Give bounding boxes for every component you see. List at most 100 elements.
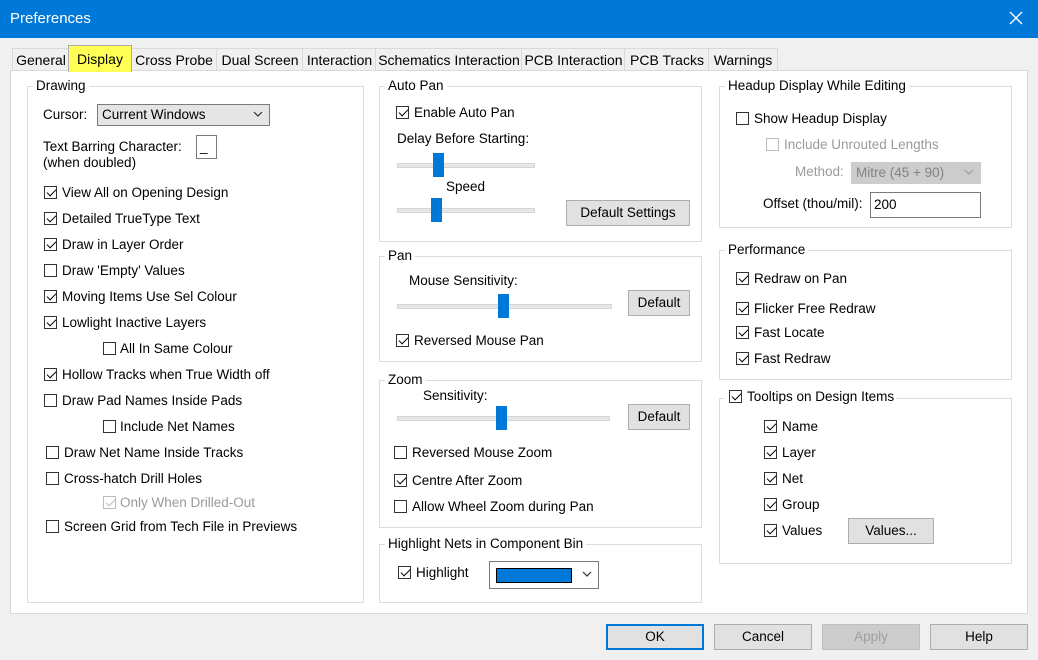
- zoom-sensitivity-thumb[interactable]: [496, 406, 507, 430]
- tooltip-layer-checkbox[interactable]: [764, 446, 777, 459]
- only-drilled-out-checkbox[interactable]: [103, 496, 116, 509]
- cursor-label: Cursor:: [43, 107, 88, 122]
- unrouted-lengths-label: Include Unrouted Lengths: [784, 137, 939, 152]
- zoom-default-button[interactable]: Default: [628, 404, 690, 430]
- flicker-free-label: Flicker Free Redraw: [754, 301, 876, 316]
- tooltips-checkbox[interactable]: [729, 390, 742, 403]
- tooltip-values-label: Values: [782, 523, 823, 538]
- method-select[interactable]: Mitre (45 + 90): [851, 162, 981, 184]
- tab-general[interactable]: General: [12, 48, 70, 71]
- cancel-button[interactable]: Cancel: [714, 624, 812, 650]
- pad-names-checkbox[interactable]: [44, 394, 57, 407]
- detailed-truetype-checkbox[interactable]: [44, 212, 57, 225]
- fast-redraw-label: Fast Redraw: [754, 351, 831, 366]
- lowlight-inactive-label: Lowlight Inactive Layers: [62, 315, 207, 330]
- pan-sensitivity-thumb[interactable]: [498, 294, 509, 318]
- include-net-names-checkbox[interactable]: [103, 420, 116, 433]
- lowlight-inactive-checkbox[interactable]: [44, 316, 57, 329]
- tab-pcb-tracks[interactable]: PCB Tracks: [624, 48, 710, 71]
- hollow-tracks-checkbox[interactable]: [44, 368, 57, 381]
- text-barring-input[interactable]: _: [196, 135, 217, 159]
- tab-schematics-interaction[interactable]: Schematics Interaction: [375, 48, 523, 71]
- default-settings-button[interactable]: Default Settings: [566, 200, 690, 226]
- highlight-color-swatch: [496, 568, 572, 583]
- highlight-label: Highlight: [416, 565, 469, 580]
- tooltip-net-checkbox[interactable]: [764, 472, 777, 485]
- tab-dual-screen[interactable]: Dual Screen: [216, 48, 304, 71]
- draw-empty-values-checkbox[interactable]: [44, 264, 57, 277]
- chevron-down-icon: [582, 571, 592, 577]
- tab-warnings[interactable]: Warnings: [708, 48, 778, 71]
- highlight-color-select[interactable]: [489, 561, 599, 589]
- unrouted-lengths-checkbox[interactable]: [766, 138, 779, 151]
- cursor-select[interactable]: Current Windows: [97, 104, 270, 126]
- all-same-colour-label: All In Same Colour: [120, 341, 233, 356]
- tooltip-name-label: Name: [782, 419, 819, 434]
- reversed-mouse-zoom-checkbox[interactable]: [394, 446, 407, 459]
- pan-default-button[interactable]: Default: [628, 290, 690, 316]
- reversed-mouse-pan-label: Reversed Mouse Pan: [414, 333, 544, 348]
- include-net-names-label: Include Net Names: [120, 419, 235, 434]
- close-icon[interactable]: [1006, 8, 1026, 28]
- delay-slider-thumb[interactable]: [433, 153, 444, 177]
- enable-auto-pan-checkbox[interactable]: [396, 106, 409, 119]
- centre-after-zoom-checkbox[interactable]: [394, 474, 407, 487]
- view-all-label: View All on Opening Design: [62, 185, 229, 200]
- offset-label: Offset (thou/mil):: [763, 196, 863, 211]
- window-title: Preferences: [10, 10, 91, 27]
- tab-display[interactable]: Display: [68, 45, 132, 72]
- show-headup-checkbox[interactable]: [736, 112, 749, 125]
- tooltip-net-label: Net: [782, 471, 804, 486]
- method-label: Method:: [795, 164, 844, 179]
- screen-grid-label: Screen Grid from Tech File in Previews: [64, 519, 298, 534]
- tooltips-label: Tooltips on Design Items: [747, 389, 895, 404]
- speed-label: Speed: [446, 179, 486, 194]
- tab-pcb-interaction[interactable]: PCB Interaction: [521, 48, 626, 71]
- fast-locate-checkbox[interactable]: [736, 326, 749, 339]
- detailed-truetype-label: Detailed TrueType Text: [62, 211, 200, 226]
- reversed-mouse-pan-checkbox[interactable]: [396, 334, 409, 347]
- tooltip-layer-label: Layer: [782, 445, 816, 460]
- tab-interaction[interactable]: Interaction: [302, 48, 377, 71]
- flicker-free-checkbox[interactable]: [736, 302, 749, 315]
- pan-group-title: Pan: [385, 248, 416, 263]
- screen-grid-checkbox[interactable]: [46, 520, 59, 533]
- highlight-checkbox[interactable]: [398, 566, 411, 579]
- draw-layer-order-label: Draw in Layer Order: [62, 237, 184, 252]
- all-same-colour-checkbox[interactable]: [103, 342, 116, 355]
- cursor-select-value: Current Windows: [102, 107, 206, 122]
- fast-locate-label: Fast Locate: [754, 325, 825, 340]
- ok-button[interactable]: OK: [606, 624, 704, 650]
- show-headup-label: Show Headup Display: [754, 111, 887, 126]
- zoom-group-title: Zoom: [385, 372, 426, 387]
- wheel-zoom-label: Allow Wheel Zoom during Pan: [412, 499, 594, 514]
- redraw-on-pan-checkbox[interactable]: [736, 272, 749, 285]
- text-barring-sublabel: (when doubled): [43, 155, 137, 170]
- tooltip-group-label: Group: [782, 497, 820, 512]
- tooltip-values-checkbox[interactable]: [764, 524, 777, 537]
- net-name-tracks-checkbox[interactable]: [46, 446, 59, 459]
- moving-items-label: Moving Items Use Sel Colour: [62, 289, 237, 304]
- speed-slider-track[interactable]: [397, 208, 535, 213]
- values-button[interactable]: Values...: [848, 518, 934, 544]
- offset-input[interactable]: 200: [870, 192, 981, 218]
- tab-cross-probe[interactable]: Cross Probe: [130, 48, 218, 71]
- fast-redraw-checkbox[interactable]: [736, 352, 749, 365]
- cross-hatch-checkbox[interactable]: [46, 472, 59, 485]
- redraw-on-pan-label: Redraw on Pan: [754, 271, 848, 286]
- moving-items-checkbox[interactable]: [44, 290, 57, 303]
- tooltip-group-checkbox[interactable]: [764, 498, 777, 511]
- tooltip-name-checkbox[interactable]: [764, 420, 777, 433]
- speed-slider-thumb[interactable]: [431, 198, 442, 222]
- delay-slider-track[interactable]: [397, 163, 535, 168]
- draw-layer-order-checkbox[interactable]: [44, 238, 57, 251]
- chevron-down-icon: [964, 169, 974, 175]
- apply-button[interactable]: Apply: [822, 624, 920, 650]
- help-button[interactable]: Help: [930, 624, 1028, 650]
- enable-auto-pan-label: Enable Auto Pan: [414, 105, 515, 120]
- drawing-group-title: Drawing: [33, 78, 89, 93]
- cross-hatch-label: Cross-hatch Drill Holes: [64, 471, 203, 486]
- mouse-sensitivity-label: Mouse Sensitivity:: [409, 273, 518, 288]
- view-all-checkbox[interactable]: [44, 186, 57, 199]
- wheel-zoom-checkbox[interactable]: [394, 500, 407, 513]
